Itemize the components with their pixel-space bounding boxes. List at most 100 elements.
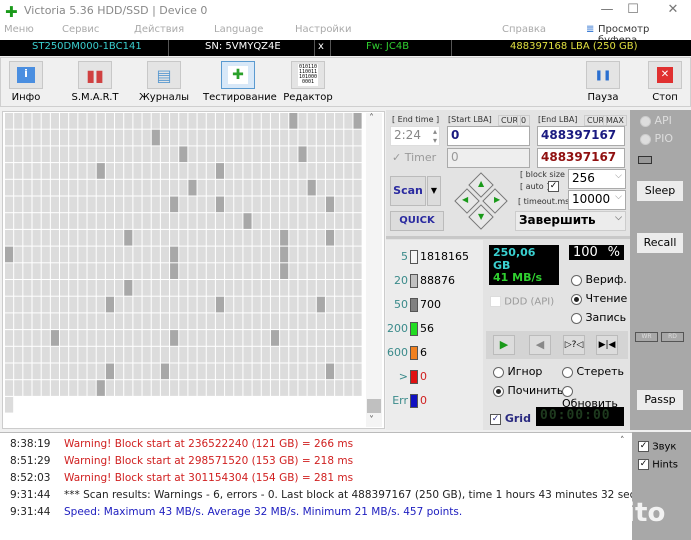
block-cell xyxy=(206,113,215,129)
end-max-button[interactable]: MAX xyxy=(603,115,627,126)
block-cell xyxy=(160,229,170,246)
play-backward-button[interactable]: ◀ xyxy=(529,335,551,355)
grid-checkbox[interactable]: ✓ Grid xyxy=(490,412,531,425)
block-cell xyxy=(252,113,261,129)
block-cell xyxy=(234,330,243,346)
start-zero-button[interactable]: 0 xyxy=(517,115,531,126)
block-cell xyxy=(69,113,78,129)
block-cell xyxy=(179,229,188,246)
timer-checkbox[interactable]: ✓ Timer xyxy=(392,151,436,164)
sleep-button[interactable]: Sleep xyxy=(637,181,683,201)
menu-item[interactable]: Language xyxy=(214,24,263,35)
scroll-up-icon[interactable]: ˄ xyxy=(369,113,374,124)
device-info-bar: ST250DM000-1BC141 SN: 5VMYQZ4E x Fw: JC4… xyxy=(0,40,691,56)
block-cell-slow xyxy=(325,229,335,246)
auto-checkbox[interactable]: ✓ xyxy=(548,181,559,192)
device-close-button[interactable]: x xyxy=(318,41,324,52)
block-cell xyxy=(197,213,206,229)
block-cell xyxy=(142,129,151,146)
block-cell xyxy=(69,330,78,346)
menu-item[interactable]: Справка xyxy=(502,24,546,35)
play-forward-button[interactable]: ▶ xyxy=(493,335,515,355)
block-cell xyxy=(41,296,50,313)
block-cell xyxy=(225,263,234,279)
block-cell xyxy=(270,163,280,179)
block-cell xyxy=(215,229,225,246)
maximize-button[interactable]: ☐ xyxy=(618,2,648,17)
api-radio[interactable]: API xyxy=(640,114,672,127)
scroll-thumb[interactable] xyxy=(367,399,381,413)
block-cell xyxy=(14,280,23,296)
block-cell xyxy=(215,380,225,396)
end-lba-input[interactable]: 488397167 xyxy=(537,126,625,146)
scroll-down-icon[interactable]: ˅ xyxy=(369,415,374,426)
erase-radio[interactable]: Стереть xyxy=(562,365,624,378)
block-cell xyxy=(325,246,335,263)
block-cell xyxy=(325,313,335,330)
read-radio[interactable]: Чтение xyxy=(571,292,627,305)
close-button[interactable]: ✕ xyxy=(658,2,688,17)
block-cell xyxy=(289,179,298,196)
repair-radio[interactable]: Починить xyxy=(493,384,563,397)
block-cell xyxy=(344,146,353,163)
recall-button[interactable]: Recall xyxy=(637,233,683,253)
passp-button[interactable]: Passp xyxy=(637,390,683,410)
pio-radio[interactable]: PIO xyxy=(640,132,673,145)
block-cell xyxy=(23,280,32,296)
block-cell xyxy=(160,330,170,346)
block-cell xyxy=(60,280,69,296)
menu-item[interactable]: Действия xyxy=(134,24,184,35)
smart-button[interactable]: ▮▮ S.M.A.R.T xyxy=(67,61,123,103)
block-size-select[interactable]: 256 ⌵ xyxy=(568,169,626,189)
block-cell xyxy=(243,330,252,346)
pause-button[interactable]: ❚❚ Пауза xyxy=(583,61,623,103)
block-cell xyxy=(197,313,206,330)
block-cell xyxy=(353,380,362,396)
menu-item[interactable]: Меню xyxy=(4,24,34,35)
ignore-radio[interactable]: Игнор xyxy=(493,365,542,378)
jump-end-button[interactable]: ▶|◀ xyxy=(596,335,618,355)
block-cell xyxy=(316,313,325,330)
block-cell xyxy=(225,280,234,296)
info-button[interactable]: i Инфо xyxy=(5,61,47,103)
log-time: 8:38:19 xyxy=(10,438,51,450)
power-indicator xyxy=(638,156,652,164)
block-cell xyxy=(60,246,69,263)
log-scroll-up-icon[interactable]: ˄ xyxy=(620,436,625,446)
block-cell xyxy=(32,313,41,330)
end-time-input[interactable]: 2:24 ▴ ▾ xyxy=(390,126,440,146)
test-button[interactable]: ✚ Тестирование xyxy=(203,61,277,103)
quick-button[interactable]: QUICK xyxy=(390,211,444,231)
menu-item[interactable]: Настройки xyxy=(295,24,351,35)
block-cell xyxy=(78,380,87,396)
block-cell xyxy=(41,380,50,396)
sound-checkbox[interactable]: ✓ Звук xyxy=(638,441,676,453)
block-cell xyxy=(225,179,234,196)
block-cell xyxy=(261,179,270,196)
hints-checkbox[interactable]: ✓ Hints xyxy=(638,459,678,471)
logs-button[interactable]: ▤ Журналы xyxy=(139,61,189,103)
grid-scrollbar[interactable]: ˄ ˅ xyxy=(366,113,382,427)
stop-button[interactable]: ✕ Стоп xyxy=(645,61,685,103)
editor-button[interactable]: 010110 110011 101000 0001 Редактор xyxy=(283,61,333,103)
block-cell xyxy=(298,346,307,363)
block-cell xyxy=(160,196,170,213)
scan-button[interactable]: Scan xyxy=(390,176,426,206)
block-cell xyxy=(243,313,252,330)
block-cell xyxy=(142,296,151,313)
verify-radio[interactable]: Вериф. xyxy=(571,273,627,286)
write-radio[interactable]: Запись xyxy=(571,311,626,324)
block-cell xyxy=(160,296,170,313)
finish-action-select[interactable]: Завершить ⌵ xyxy=(515,211,626,231)
log-entry: 8:51:29 Warning! Block start at 298571520… xyxy=(10,455,353,467)
menu-item[interactable]: Сервис xyxy=(62,24,99,35)
timeout-select[interactable]: 10000 ⌵ xyxy=(568,190,626,210)
ddd-checkbox[interactable]: DDD (API) xyxy=(490,296,554,308)
auto-label: [ auto ] xyxy=(520,182,550,191)
title-bar: ✚ Victoria 5.36 HDD/SSD | Device 0 — ☐ ✕ xyxy=(0,0,691,22)
start-lba-input[interactable]: 0 xyxy=(447,126,530,146)
scan-dropdown-icon[interactable]: ▼ xyxy=(427,176,441,206)
block-cell xyxy=(307,263,316,279)
block-cell xyxy=(160,280,170,296)
butterfly-button[interactable]: ▷?◁ xyxy=(563,335,585,355)
